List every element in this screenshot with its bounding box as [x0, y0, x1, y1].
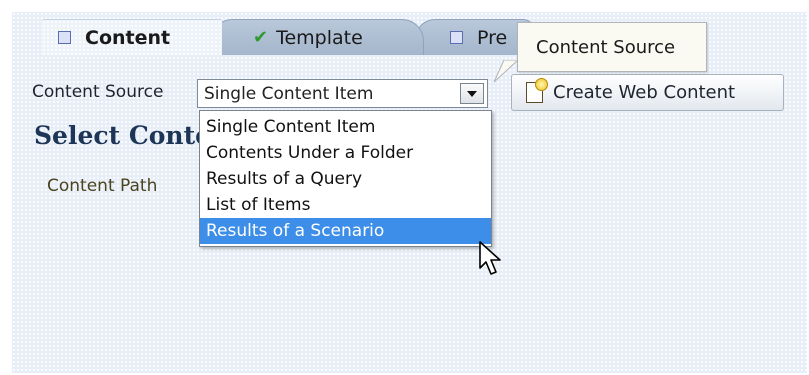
content-source-dropdown: Single Content Item Contents Under a Fol…	[199, 110, 492, 247]
select-value: Single Content Item	[204, 83, 374, 104]
dropdown-option-highlighted[interactable]: Results of a Scenario	[200, 218, 491, 244]
tab-template[interactable]: ✔ Template	[212, 19, 424, 55]
content-source-label: Content Source	[32, 82, 164, 102]
tooltip: Content Source	[517, 22, 707, 72]
check-icon: ✔	[253, 27, 269, 48]
tab-label: Pre	[477, 26, 508, 49]
create-button-label: Create Web Content	[553, 82, 736, 103]
dropdown-option[interactable]: List of Items	[200, 192, 491, 218]
dropdown-option[interactable]: Results of a Query	[200, 166, 491, 192]
tab-label: Template	[276, 26, 363, 49]
section-title: Select Conte	[34, 121, 212, 150]
square-icon	[450, 31, 463, 44]
tooltip-text: Content Source	[536, 36, 676, 58]
content-source-select[interactable]: Single Content Item	[197, 79, 488, 108]
new-document-icon	[526, 78, 548, 103]
dropdown-arrow-button[interactable]	[460, 83, 484, 104]
dropdown-option[interactable]: Contents Under a Folder	[200, 140, 491, 166]
square-icon	[58, 31, 71, 44]
dropdown-option[interactable]: Single Content Item	[200, 114, 491, 140]
create-web-content-button[interactable]: Create Web Content	[511, 74, 784, 111]
tab-label: Content	[85, 26, 171, 49]
content-path-label: Content Path	[47, 176, 158, 196]
tab-content[interactable]: Content	[42, 19, 222, 55]
mouse-cursor-icon	[479, 241, 501, 275]
chevron-down-icon	[467, 90, 477, 97]
